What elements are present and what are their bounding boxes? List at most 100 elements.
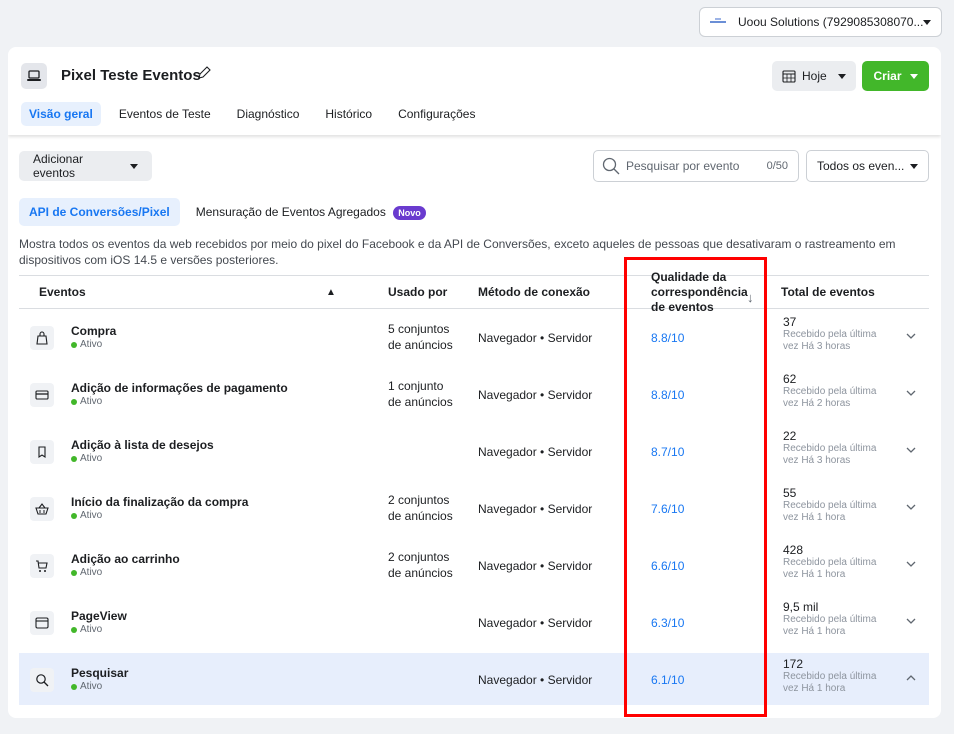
event-match-quality[interactable]: 8.7/10 bbox=[651, 445, 684, 459]
event-match-quality[interactable]: 8.8/10 bbox=[651, 331, 684, 345]
status-text: Ativo bbox=[80, 681, 103, 692]
total-events-cell: 9,5 mil Recebido pela última vez Há 1 hora bbox=[783, 600, 893, 638]
pencil-icon[interactable] bbox=[197, 66, 211, 80]
chevron-down-icon[interactable] bbox=[904, 443, 918, 457]
basket-icon bbox=[30, 497, 54, 521]
events-filter-dropdown[interactable]: Todos os even... bbox=[806, 150, 929, 182]
table-row[interactable]: Compra Ativo 5 conjuntos de anúncios Navegad… bbox=[19, 311, 929, 363]
status-badge: Ativo bbox=[71, 567, 102, 578]
active-dot-icon bbox=[71, 626, 77, 633]
chevron-down-icon bbox=[923, 19, 931, 25]
status-text: Ativo bbox=[80, 339, 103, 350]
browser-window-icon bbox=[30, 611, 54, 635]
tab-overview[interactable]: Visão geral bbox=[21, 102, 101, 126]
total-events-count: 9,5 mil bbox=[783, 600, 819, 614]
table-row[interactable]: Adição ao carrinho Ativo 2 conjuntos de anú… bbox=[19, 539, 929, 591]
table-row[interactable]: PageView Ativo Navegador • Servidor 6.3/10 9… bbox=[19, 596, 929, 648]
connection-method: Navegador • Servidor bbox=[478, 616, 593, 630]
col-quality-line2: correspondência bbox=[651, 285, 748, 299]
page-title: Pixel Teste Eventos bbox=[61, 67, 201, 84]
sort-descending-icon: ↓ bbox=[747, 290, 754, 305]
active-dot-icon bbox=[71, 341, 77, 348]
event-match-quality[interactable]: 6.3/10 bbox=[651, 616, 684, 630]
used-by-line2: de anúncios bbox=[388, 338, 453, 352]
status-text: Ativo bbox=[80, 624, 103, 635]
col-connection-method[interactable]: Método de conexão bbox=[478, 276, 590, 308]
status-badge: Ativo bbox=[71, 681, 102, 692]
account-logo-icon bbox=[710, 18, 726, 26]
create-button[interactable]: Criar bbox=[862, 61, 929, 91]
add-events-button[interactable]: Adicionar eventos bbox=[19, 151, 152, 181]
status-badge: Ativo bbox=[71, 510, 102, 521]
total-events-count: 62 bbox=[783, 372, 797, 386]
used-by-cell: 5 conjuntos de anúncios bbox=[388, 321, 468, 353]
last-received-line2: vez Há 1 hora bbox=[783, 569, 846, 580]
source-tabs: API de Conversões/Pixel Mensuração de Ev… bbox=[19, 198, 442, 227]
table-row[interactable]: Início da finalização da compra Ativo 2 co… bbox=[19, 482, 929, 534]
used-by-line1: 2 conjuntos bbox=[388, 550, 450, 564]
event-match-quality[interactable]: 8.8/10 bbox=[651, 388, 684, 402]
active-dot-icon bbox=[71, 512, 77, 519]
last-received-line2: vez Há 1 hora bbox=[783, 683, 846, 694]
chevron-down-icon[interactable] bbox=[904, 500, 918, 514]
cart-icon bbox=[30, 554, 54, 578]
connection-method: Navegador • Servidor bbox=[478, 445, 593, 459]
event-name: Pesquisar bbox=[71, 666, 129, 680]
used-by-line2: de anúncios bbox=[388, 395, 453, 409]
filter-label: Todos os even... bbox=[817, 159, 905, 173]
chevron-down-icon[interactable] bbox=[904, 614, 918, 628]
chevron-up-icon[interactable] bbox=[904, 671, 918, 685]
tab-aggregated-label: Mensuração de Eventos Agregados bbox=[195, 205, 386, 219]
event-match-quality[interactable]: 6.1/10 bbox=[651, 673, 684, 687]
last-received-line2: vez Há 3 horas bbox=[783, 455, 851, 466]
chevron-down-icon[interactable] bbox=[904, 386, 918, 400]
tab-test-events[interactable]: Eventos de Teste bbox=[111, 102, 219, 126]
search-icon bbox=[30, 668, 54, 692]
tab-diagnostics[interactable]: Diagnóstico bbox=[229, 102, 308, 126]
chevron-down-icon[interactable] bbox=[904, 329, 918, 343]
used-by-line2: de anúncios bbox=[388, 509, 453, 523]
bookmark-icon bbox=[30, 440, 54, 464]
total-events-count: 22 bbox=[783, 429, 797, 443]
event-match-quality[interactable]: 7.6/10 bbox=[651, 502, 684, 516]
status-badge: Ativo bbox=[71, 453, 102, 464]
last-received-line1: Recebido pela última bbox=[783, 500, 877, 511]
tab-aggregated-event-measurement[interactable]: Mensuração de Eventos Agregados Novo bbox=[186, 198, 436, 227]
date-range-button[interactable]: Hoje bbox=[772, 61, 856, 91]
connection-method: Navegador • Servidor bbox=[478, 559, 593, 573]
total-events-count: 172 bbox=[783, 657, 804, 671]
active-dot-icon bbox=[71, 455, 77, 462]
search-input[interactable] bbox=[626, 159, 767, 173]
table-row[interactable]: Pesquisar Ativo Navegador • Servidor 6.1/10… bbox=[19, 653, 929, 705]
add-events-label: Adicionar eventos bbox=[33, 152, 84, 180]
event-name: PageView bbox=[71, 609, 127, 623]
used-by-cell: 1 conjunto de anúncios bbox=[388, 378, 468, 410]
new-badge: Novo bbox=[393, 205, 426, 220]
table-row[interactable]: Adição à lista de desejos Ativo Navegador … bbox=[19, 425, 929, 477]
col-event-match-quality[interactable]: Qualidade da correspondência de eventos … bbox=[651, 270, 754, 315]
date-range-label: Hoje bbox=[802, 69, 827, 83]
event-match-quality[interactable]: 6.6/10 bbox=[651, 559, 684, 573]
last-received-line1: Recebido pela última bbox=[783, 671, 877, 682]
main-tabs: Visão geral Eventos de Teste Diagnóstico… bbox=[21, 102, 493, 126]
table-header: Eventos ▲ Usado por Método de conexão Qu… bbox=[19, 270, 929, 314]
col-total-events[interactable]: Total de eventos bbox=[781, 276, 875, 308]
total-events-cell: 22 Recebido pela última vez Há 3 horas bbox=[783, 429, 893, 467]
last-received-line1: Recebido pela última bbox=[783, 443, 877, 454]
tab-history[interactable]: Histórico bbox=[317, 102, 380, 126]
tab-settings[interactable]: Configurações bbox=[390, 102, 483, 126]
account-selector[interactable]: Uoou Solutions (7929085308070... bbox=[699, 7, 942, 37]
chevron-down-icon bbox=[838, 73, 846, 79]
total-events-count: 428 bbox=[783, 543, 804, 557]
total-events-cell: 62 Recebido pela última vez Há 2 horas bbox=[783, 372, 893, 410]
chevron-down-icon[interactable] bbox=[904, 557, 918, 571]
last-received-line2: vez Há 1 hora bbox=[783, 512, 846, 523]
table-row[interactable]: Adição de informações de pagamento Ativo 1… bbox=[19, 368, 929, 420]
used-by-line1: 1 conjunto bbox=[388, 379, 444, 393]
col-used-by[interactable]: Usado por bbox=[388, 276, 447, 308]
connection-method: Navegador • Servidor bbox=[478, 502, 593, 516]
tab-conversions-api-pixel[interactable]: API de Conversões/Pixel bbox=[19, 198, 180, 227]
col-events[interactable]: Eventos bbox=[39, 276, 86, 308]
total-events-cell: 37 Recebido pela última vez Há 3 horas bbox=[783, 315, 893, 353]
calendar-icon bbox=[782, 69, 796, 83]
